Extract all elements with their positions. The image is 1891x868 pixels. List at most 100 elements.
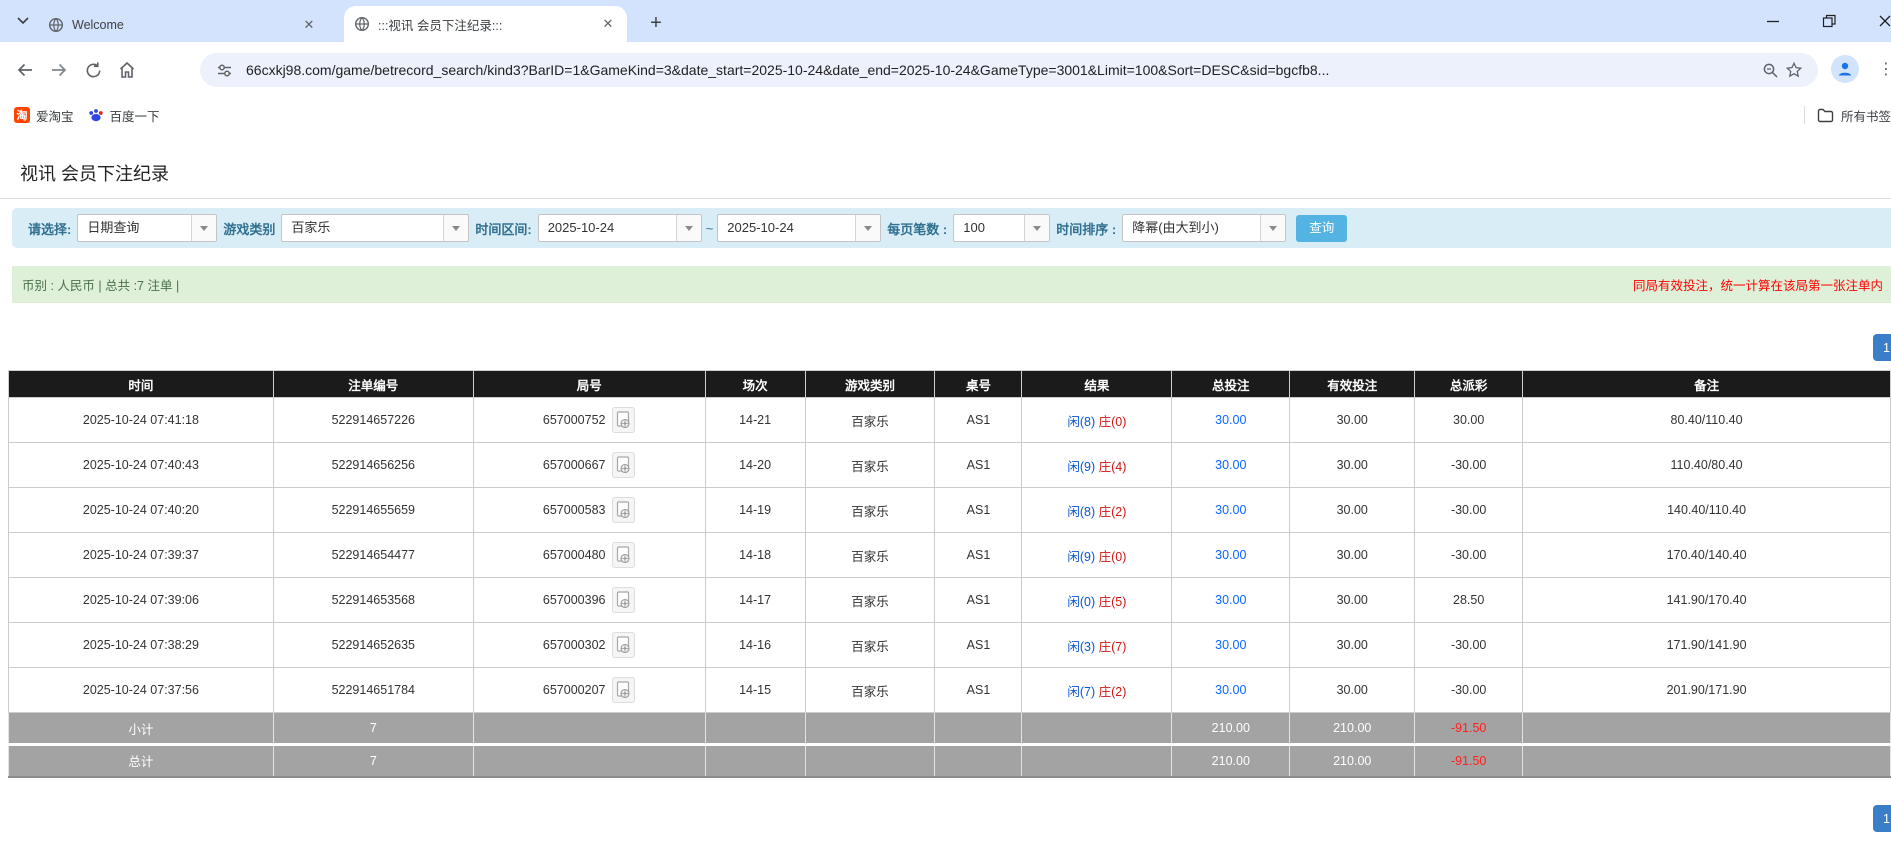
minimize-icon bbox=[1766, 14, 1780, 28]
total-bet-cell: 30.00 bbox=[1172, 668, 1290, 713]
bookmark-star-icon[interactable] bbox=[1782, 58, 1806, 82]
date-range-label: 时间区间: bbox=[475, 219, 531, 238]
table-body: 2025-10-24 07:41:18 522914657226 6570007… bbox=[9, 398, 1891, 713]
query-mode-select[interactable]: 日期查询 bbox=[77, 214, 217, 242]
back-button[interactable] bbox=[8, 53, 42, 87]
table-number: AS1 bbox=[935, 533, 1022, 578]
table-number: AS1 bbox=[935, 623, 1022, 668]
close-icon bbox=[1878, 14, 1891, 28]
restore-button[interactable] bbox=[1812, 6, 1846, 36]
bet-id: 522914652635 bbox=[273, 623, 473, 668]
tab-title: :::视讯 会员下注纪录::: bbox=[378, 15, 599, 34]
total-bet-link[interactable]: 30.00 bbox=[1215, 458, 1246, 472]
search-button[interactable]: 查询 bbox=[1296, 215, 1347, 242]
globe-icon bbox=[354, 16, 370, 32]
payout: -30.00 bbox=[1415, 443, 1523, 488]
close-window-button[interactable] bbox=[1868, 6, 1891, 36]
round-id: 657000583 bbox=[543, 503, 606, 517]
date-start-select[interactable]: 2025-10-24 bbox=[538, 214, 702, 242]
total-bet-link[interactable]: 30.00 bbox=[1215, 413, 1246, 427]
tab-title: Welcome bbox=[72, 18, 300, 32]
video-replay-button[interactable] bbox=[612, 677, 635, 703]
video-replay-button[interactable] bbox=[612, 632, 635, 658]
note: 170.40/140.40 bbox=[1523, 533, 1891, 578]
new-tab-button[interactable]: + bbox=[642, 9, 670, 37]
site-settings-icon[interactable] bbox=[212, 58, 236, 82]
pagination-page-1-top[interactable]: 1 bbox=[1873, 334, 1891, 361]
video-replay-button[interactable] bbox=[612, 452, 635, 478]
chevron-down-icon[interactable] bbox=[1260, 215, 1285, 241]
column-header: 局号 bbox=[473, 371, 705, 398]
video-replay-button[interactable] bbox=[612, 407, 635, 433]
chevron-down-icon[interactable] bbox=[443, 215, 468, 241]
valid-bet: 30.00 bbox=[1290, 578, 1415, 623]
session-number: 14-21 bbox=[705, 398, 805, 443]
sort-select[interactable]: 降幂(由大到小) bbox=[1122, 214, 1286, 242]
video-replay-button[interactable] bbox=[612, 497, 635, 523]
profile-avatar[interactable] bbox=[1831, 55, 1859, 83]
game-type-label: 游戏类别 bbox=[223, 219, 275, 238]
all-bookmarks-label: 所有书签 bbox=[1841, 106, 1891, 125]
tab-welcome[interactable]: Welcome ✕ bbox=[38, 8, 328, 42]
per-page-select[interactable]: 100 bbox=[953, 214, 1050, 242]
payout: -30.00 bbox=[1415, 488, 1523, 533]
table-number: AS1 bbox=[935, 578, 1022, 623]
table-number: AS1 bbox=[935, 443, 1022, 488]
note: 171.90/141.90 bbox=[1523, 623, 1891, 668]
chevron-down-icon[interactable] bbox=[1024, 215, 1049, 241]
taobao-icon: 淘 bbox=[14, 107, 30, 123]
tab-close-icon[interactable]: ✕ bbox=[300, 16, 318, 34]
forward-button[interactable] bbox=[42, 53, 76, 87]
chevron-down-icon[interactable] bbox=[855, 215, 880, 241]
total-bet-link[interactable]: 30.00 bbox=[1215, 683, 1246, 697]
bookmarks-bar: 淘 爱淘宝 百度一下 所有书签 bbox=[0, 98, 1891, 132]
note: 201.90/171.90 bbox=[1523, 668, 1891, 713]
bookmarks-divider bbox=[1804, 106, 1805, 124]
tab-bet-records[interactable]: :::视讯 会员下注纪录::: ✕ bbox=[344, 6, 627, 42]
valid-bet: 30.00 bbox=[1290, 668, 1415, 713]
result-cell: 闲(3) 庄(7) bbox=[1022, 623, 1172, 668]
table-number: AS1 bbox=[935, 668, 1022, 713]
all-bookmarks-button[interactable]: 所有书签 bbox=[1817, 106, 1891, 125]
chevron-down-icon[interactable] bbox=[191, 215, 216, 241]
round-cell: 657000480 bbox=[473, 533, 705, 578]
banker-result: 庄(7) bbox=[1099, 640, 1127, 654]
table-number: AS1 bbox=[935, 398, 1022, 443]
player-result: 闲(8) bbox=[1067, 415, 1095, 429]
reload-button[interactable] bbox=[76, 53, 110, 87]
bookmark-aitaobao[interactable]: 淘 爱淘宝 bbox=[14, 106, 74, 125]
url-text[interactable]: 66cxkj98.com/game/betrecord_search/kind3… bbox=[246, 62, 1758, 78]
tab-close-icon[interactable]: ✕ bbox=[599, 15, 617, 33]
column-header: 备注 bbox=[1523, 371, 1891, 398]
date-end-select[interactable]: 2025-10-24 bbox=[717, 214, 881, 242]
video-replay-icon bbox=[616, 456, 631, 474]
zoom-icon[interactable] bbox=[1758, 58, 1782, 82]
banker-result: 庄(4) bbox=[1099, 460, 1127, 474]
total-bet-cell: 30.00 bbox=[1172, 398, 1290, 443]
sort-label: 时间排序 : bbox=[1056, 219, 1116, 238]
tab-search-button[interactable] bbox=[8, 7, 38, 35]
total-bet-link[interactable]: 30.00 bbox=[1215, 638, 1246, 652]
chevron-down-icon[interactable] bbox=[676, 215, 701, 241]
payout: 28.50 bbox=[1415, 578, 1523, 623]
total-count: 7 bbox=[273, 745, 473, 777]
browser-menu-button[interactable]: ⋮ bbox=[1874, 56, 1891, 82]
person-icon bbox=[1836, 60, 1854, 78]
pagination-page-1-bottom[interactable]: 1 bbox=[1873, 805, 1891, 832]
video-replay-button[interactable] bbox=[612, 542, 635, 568]
home-button[interactable] bbox=[110, 53, 144, 87]
total-bet-link[interactable]: 30.00 bbox=[1215, 593, 1246, 607]
bookmark-baidu[interactable]: 百度一下 bbox=[88, 106, 160, 125]
total-total-bet: 210.00 bbox=[1172, 745, 1290, 777]
title-divider bbox=[0, 198, 1891, 199]
total-bet-link[interactable]: 30.00 bbox=[1215, 548, 1246, 562]
column-header: 总投注 bbox=[1172, 371, 1290, 398]
total-bet-link[interactable]: 30.00 bbox=[1215, 503, 1246, 517]
video-replay-button[interactable] bbox=[612, 587, 635, 613]
url-bar[interactable]: 66cxkj98.com/game/betrecord_search/kind3… bbox=[200, 53, 1818, 87]
game-type-select[interactable]: 百家乐 bbox=[281, 214, 469, 242]
player-result: 闲(0) bbox=[1067, 595, 1095, 609]
restore-icon bbox=[1822, 14, 1836, 28]
minimize-button[interactable] bbox=[1756, 6, 1790, 36]
folder-icon bbox=[1817, 108, 1834, 123]
